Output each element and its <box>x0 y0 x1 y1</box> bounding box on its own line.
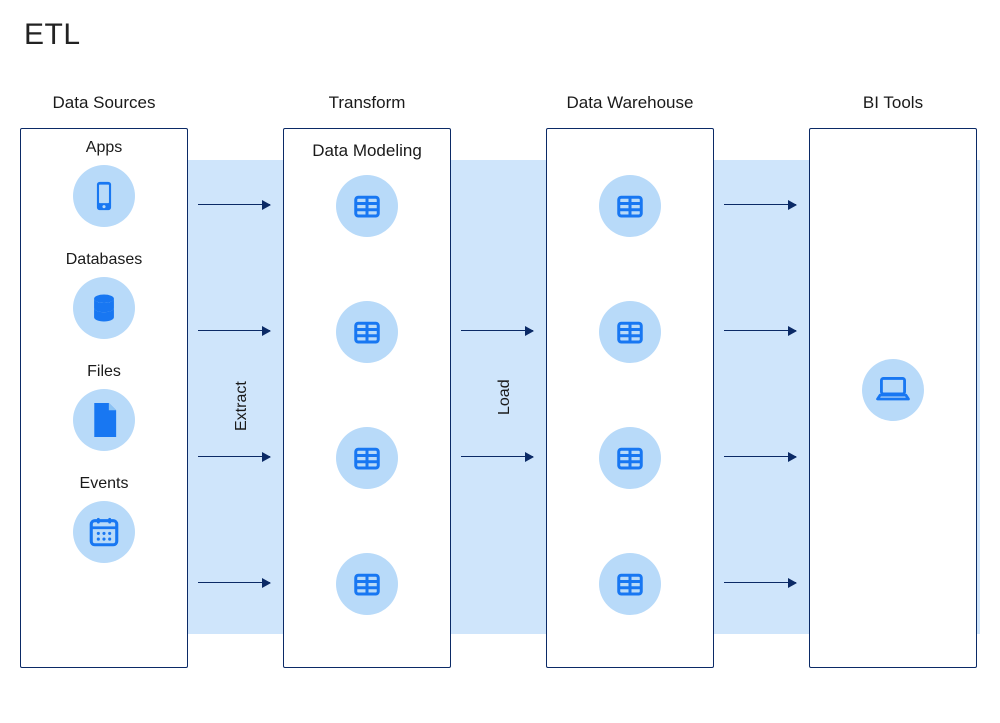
arrow-to-bi <box>724 456 796 457</box>
col-title-warehouse: Data Warehouse <box>547 93 713 113</box>
phone-icon <box>73 165 135 227</box>
calendar-icon <box>73 501 135 563</box>
arrow-extract <box>198 204 270 205</box>
arrow-extract <box>198 456 270 457</box>
col-title-transform: Transform <box>284 93 450 113</box>
page-title: ETL <box>24 18 81 52</box>
col-bi: BI Tools <box>809 128 977 668</box>
col-title-sources: Data Sources <box>21 93 187 113</box>
arrow-to-bi <box>724 582 796 583</box>
table-icon <box>599 553 661 615</box>
source-files-label: Files <box>87 363 121 381</box>
arrow-load <box>461 456 533 457</box>
col-subtitle-transform: Data Modeling <box>284 141 450 161</box>
source-events-label: Events <box>80 475 129 493</box>
table-icon <box>336 175 398 237</box>
table-icon <box>336 301 398 363</box>
table-icon <box>336 427 398 489</box>
arrow-extract <box>198 330 270 331</box>
source-events: Events <box>73 475 135 563</box>
col-data-sources: Data Sources Apps Databases <box>20 128 188 668</box>
stage-label-load: Load <box>496 379 514 415</box>
database-icon <box>73 277 135 339</box>
table-icon <box>599 427 661 489</box>
file-icon <box>73 389 135 451</box>
source-apps-label: Apps <box>86 139 122 157</box>
stage-label-extract: Extract <box>233 381 251 431</box>
laptop-icon <box>862 359 924 421</box>
arrow-extract <box>198 582 270 583</box>
source-databases-label: Databases <box>66 251 143 269</box>
source-apps: Apps <box>73 139 135 227</box>
col-warehouse: Data Warehouse <box>546 128 714 668</box>
arrow-load <box>461 330 533 331</box>
col-title-bi: BI Tools <box>810 93 976 113</box>
table-icon <box>599 301 661 363</box>
col-transform: Transform Data Modeling <box>283 128 451 668</box>
etl-diagram: ETL Data Sources Apps Databases <box>0 0 1000 723</box>
arrow-to-bi <box>724 330 796 331</box>
source-databases: Databases <box>66 251 143 339</box>
source-files: Files <box>73 363 135 451</box>
table-icon <box>599 175 661 237</box>
table-icon <box>336 553 398 615</box>
arrow-to-bi <box>724 204 796 205</box>
